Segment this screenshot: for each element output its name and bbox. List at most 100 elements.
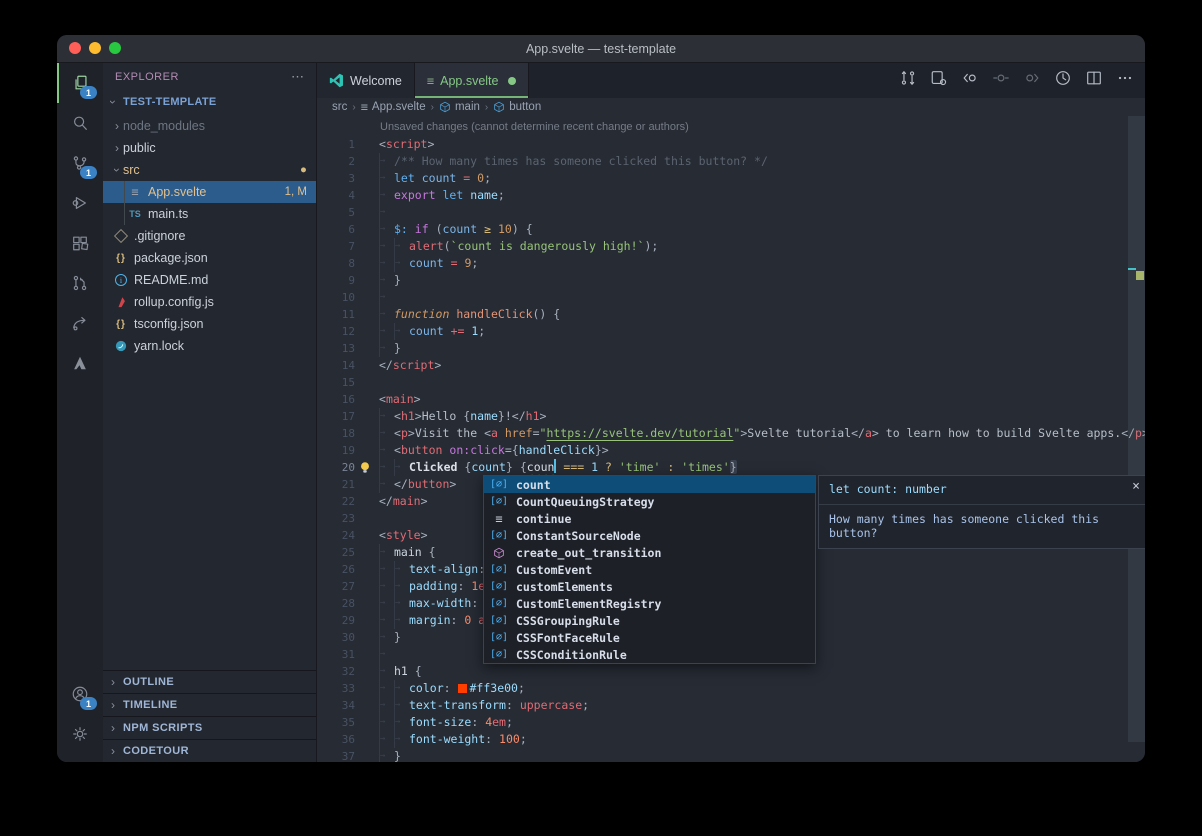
breadcrumb-item-button[interactable]: button [493, 101, 541, 113]
timeline-history-button[interactable] [1051, 69, 1075, 93]
minimize-window-button[interactable] [89, 42, 101, 54]
current-change-button[interactable] [989, 69, 1013, 93]
suggest-item-constantsourcenode[interactable]: [∅]ConstantSourceNode [484, 527, 815, 544]
suggest-item-cssconditionrule[interactable]: [∅]CSSConditionRule [484, 646, 815, 663]
indent-guide: → [379, 748, 394, 762]
suggest-item-count[interactable]: [∅]count [484, 476, 815, 493]
activity-item-settings[interactable] [57, 714, 103, 754]
code-line-20[interactable]: 20→→Clicked {count} {coun === 1 ? 'time'… [317, 459, 1128, 476]
tab-app-svelte[interactable]: ≡App.svelte [415, 63, 530, 98]
workspace-section-header[interactable]: › TEST-TEMPLATE [103, 91, 316, 113]
code-line-16[interactable]: 16<main> [317, 391, 1128, 408]
gutter-decorations [355, 289, 379, 306]
code-line-12[interactable]: 12→→count += 1; [317, 323, 1128, 340]
yarn-icon [113, 340, 129, 352]
file-row-yarn-lock[interactable]: yarn.lock [103, 335, 316, 357]
gitlens-compare-button[interactable] [896, 69, 920, 93]
code-line-14[interactable]: 14</script> [317, 357, 1128, 374]
section-header-codetour[interactable]: ›CODETOUR [103, 739, 316, 762]
gutter-decorations [355, 357, 379, 374]
code-line-36[interactable]: 36→→font-weight: 100; [317, 731, 1128, 748]
code-line-2[interactable]: 2→/** How many times has someone clicked… [317, 153, 1128, 170]
split-editor-button[interactable] [1082, 69, 1106, 93]
zoom-window-button[interactable] [109, 42, 121, 54]
activity-item-live-share[interactable] [57, 303, 103, 343]
code-line-15[interactable]: 15 [317, 374, 1128, 391]
gutter-decorations [355, 170, 379, 187]
tab-welcome[interactable]: Welcome [317, 63, 415, 98]
suggest-item-customelementregistry[interactable]: [∅]CustomElementRegistry [484, 595, 815, 612]
editor-scrollbar[interactable] [1128, 116, 1145, 742]
sidebar-more-actions-button[interactable]: ⋯ [291, 69, 304, 85]
file-row-rollup-config-js[interactable]: rollup.config.js [103, 291, 316, 313]
code-line-33[interactable]: 33→→color: #ff3e00; [317, 680, 1128, 697]
previous-change-button[interactable] [958, 69, 982, 93]
close-icon[interactable]: × [1132, 479, 1140, 494]
indent-guide: → [379, 204, 394, 221]
breadcrumb-item-app-svelte[interactable]: ≡App.svelte [361, 100, 426, 114]
activity-item-run-debug[interactable] [57, 183, 103, 223]
code-line-11[interactable]: 11→function handleClick() { [317, 306, 1128, 323]
code-line-5[interactable]: 5→ [317, 204, 1128, 221]
suggest-item-cssfontfacerule[interactable]: [∅]CSSFontFaceRule [484, 629, 815, 646]
more-actions-button[interactable] [1113, 69, 1137, 93]
code-line-4[interactable]: 4→export let name; [317, 187, 1128, 204]
code-line-6[interactable]: 6→$: if (count ≥ 10) { [317, 221, 1128, 238]
activity-item-search[interactable] [57, 103, 103, 143]
code-line-10[interactable]: 10→ [317, 289, 1128, 306]
activity-item-explorer[interactable]: 1 [57, 63, 103, 103]
json-icon: {} [113, 319, 129, 330]
file-row-readme-md[interactable]: iREADME.md [103, 269, 316, 291]
breadcrumb-item-src[interactable]: src [332, 101, 347, 113]
file-row-src[interactable]: ›src● [103, 159, 316, 181]
code-line-35[interactable]: 35→→font-size: 4em; [317, 714, 1128, 731]
code-line-37[interactable]: 37→} [317, 748, 1128, 762]
file-row-node-modules[interactable]: ›node_modules [103, 115, 316, 137]
activity-item-github-pr[interactable] [57, 263, 103, 303]
gutter-decorations [355, 306, 379, 323]
code-lines[interactable]: Unsaved changes (cannot determine recent… [317, 119, 1128, 762]
code-line-8[interactable]: 8→→count = 9; [317, 255, 1128, 272]
activity-item-extensions[interactable] [57, 223, 103, 263]
code-line-19[interactable]: 19→<button on:click={handleClick}> [317, 442, 1128, 459]
activity-item-azure[interactable] [57, 343, 103, 383]
file-row-gitignore[interactable]: .gitignore [103, 225, 316, 247]
variable-kind-icon: [∅] [488, 479, 510, 490]
section-header-npm-scripts[interactable]: ›NPM SCRIPTS [103, 716, 316, 739]
activity-item-accounts[interactable]: 1 [57, 674, 103, 714]
code-line-7[interactable]: 7→→alert(`count is dangerously high!`); [317, 238, 1128, 255]
section-header-timeline[interactable]: ›TIMELINE [103, 693, 316, 716]
code-line-17[interactable]: 17→<h1>Hello {name}!</h1> [317, 408, 1128, 425]
indent-guide: → [379, 187, 394, 204]
code-line-34[interactable]: 34→→text-transform: uppercase; [317, 697, 1128, 714]
breadcrumb-item-main[interactable]: main [439, 101, 480, 113]
suggest-item-customevent[interactable]: [∅]CustomEvent [484, 561, 815, 578]
suggest-item-countqueuingstrategy[interactable]: [∅]CountQueuingStrategy [484, 493, 815, 510]
unsaved-dot[interactable] [508, 77, 516, 85]
code-line-1[interactable]: 1<script> [317, 136, 1128, 153]
file-row-package-json[interactable]: {}package.json [103, 247, 316, 269]
code-editor[interactable]: Unsaved changes (cannot determine recent… [317, 116, 1145, 762]
live-share-icon [71, 314, 89, 332]
activity-item-source-control[interactable]: 1 [57, 143, 103, 183]
file-row-public[interactable]: ›public [103, 137, 316, 159]
code-line-32[interactable]: 32→h1 { [317, 663, 1128, 680]
file-row-tsconfig-json[interactable]: {}tsconfig.json [103, 313, 316, 335]
code-line-3[interactable]: 3→let count = 0; [317, 170, 1128, 187]
code-line-9[interactable]: 9→} [317, 272, 1128, 289]
next-change-button[interactable] [1020, 69, 1044, 93]
color-swatch[interactable] [458, 684, 467, 693]
file-row-main-ts[interactable]: TSmain.ts [103, 203, 316, 225]
indent-guide: → [394, 459, 409, 476]
suggest-item-continue[interactable]: ≡continue [484, 510, 815, 527]
open-changes-button[interactable] [927, 69, 951, 93]
suggest-item-cssgroupingrule[interactable]: [∅]CSSGroupingRule [484, 612, 815, 629]
file-row-app-svelte[interactable]: ≡App.svelte1, M [103, 181, 316, 203]
code-line-18[interactable]: 18→<p>Visit the <a href="https://svelte.… [317, 425, 1128, 442]
suggest-item-create-out-transition[interactable]: create_out_transition [484, 544, 815, 561]
titlebar[interactable]: App.svelte — test-template [57, 35, 1145, 63]
section-header-outline[interactable]: ›OUTLINE [103, 670, 316, 693]
close-window-button[interactable] [69, 42, 81, 54]
code-line-13[interactable]: 13→} [317, 340, 1128, 357]
suggest-item-customelements[interactable]: [∅]customElements [484, 578, 815, 595]
